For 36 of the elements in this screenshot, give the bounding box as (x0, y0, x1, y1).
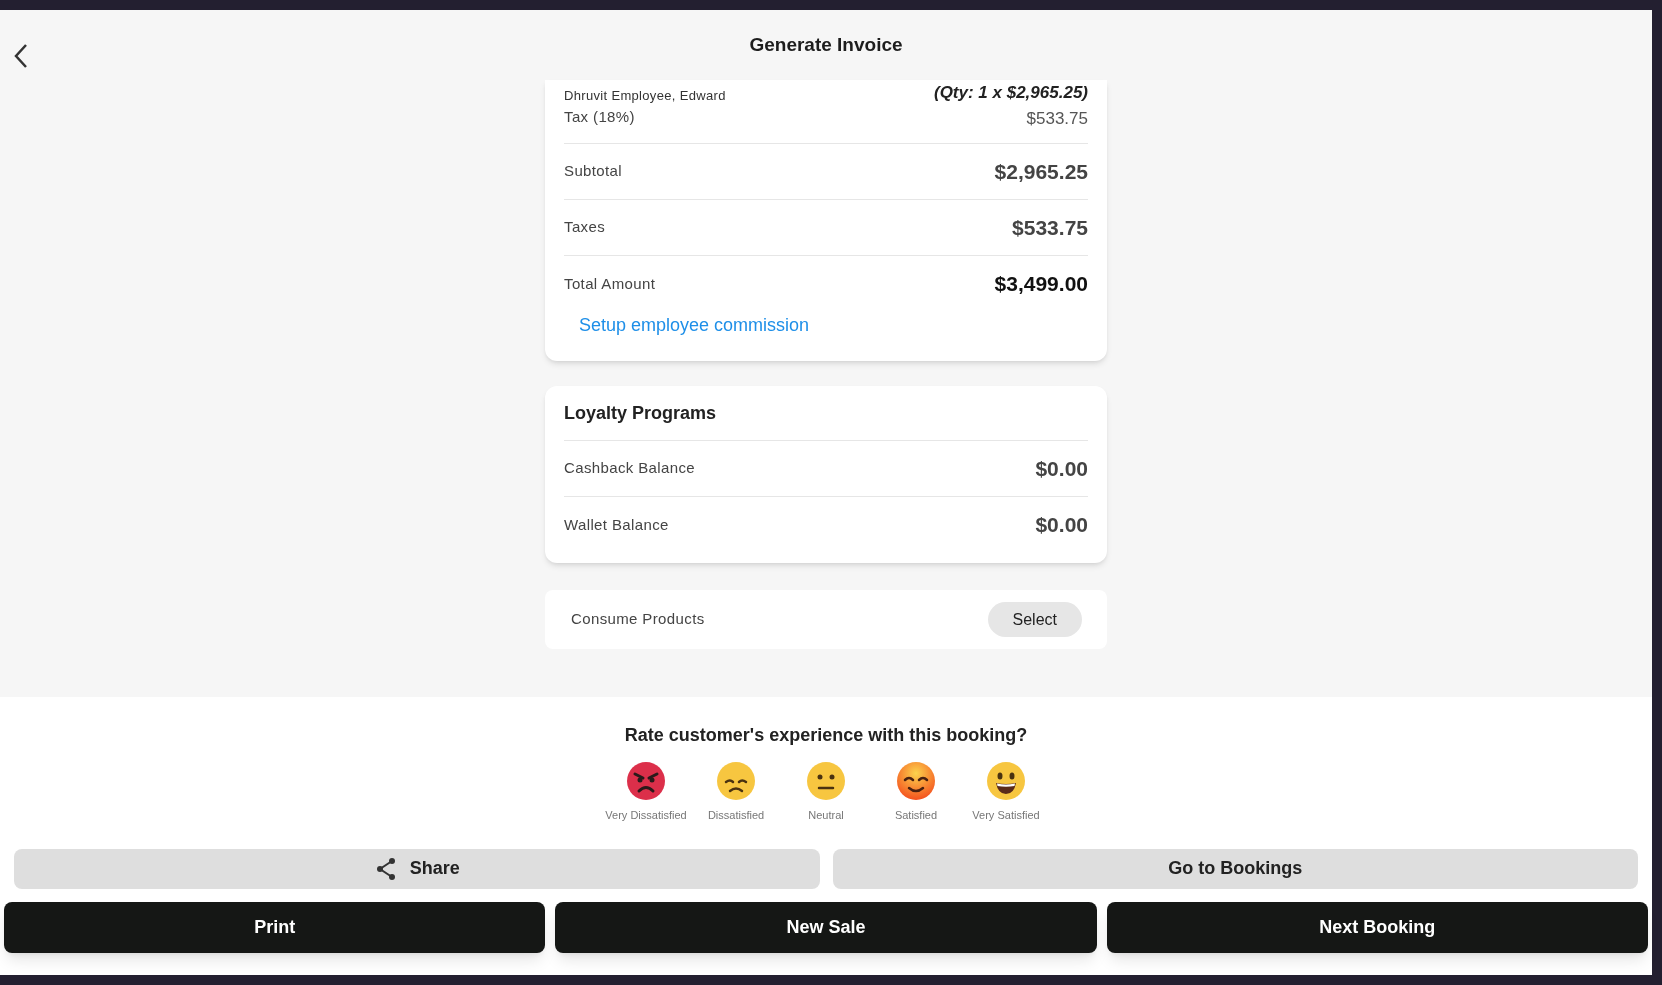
sad-face-icon[interactable] (716, 761, 756, 801)
select-button[interactable]: Select (987, 602, 1082, 637)
action-button[interactable]: Next Booking (1106, 901, 1648, 953)
smiling-face-icon[interactable] (896, 761, 936, 801)
consume-label: Consume Products (571, 609, 705, 630)
action-button[interactable]: New Sale (555, 901, 1097, 953)
bookings-button[interactable]: Go to Bookings (832, 848, 1638, 889)
total-value: $2,965.25 (994, 158, 1088, 185)
action-button[interactable]: Print (4, 901, 546, 953)
share-button[interactable]: Share (14, 848, 820, 889)
tax-label: Tax (18%) (564, 106, 635, 127)
grinning-face-icon[interactable] (986, 761, 1026, 801)
total-value: $3,499.00 (994, 271, 1088, 298)
quantity-note: (Qty: 1 x $2,965.25) (933, 82, 1088, 104)
total-label: Taxes (564, 217, 606, 238)
balance-label: Cashback Balance (564, 458, 696, 479)
balance-value: $0.00 (1035, 512, 1088, 539)
rating-question: Rate customer's experience with this booking? (623, 724, 1029, 747)
rating-label: Neutral (808, 808, 844, 823)
rating-label: Dissatisfied (707, 808, 765, 823)
rating-label: Very Satisfied (972, 808, 1040, 823)
neutral-face-icon[interactable] (806, 761, 846, 801)
back-icon[interactable] (13, 43, 29, 69)
rating-label: Satisfied (894, 808, 938, 823)
balance-value: $0.00 (1035, 455, 1088, 482)
tax-value: $533.75 (1026, 107, 1088, 130)
total-value: $533.75 (1012, 214, 1088, 241)
rating-label: Very Dissatisfied (605, 808, 687, 823)
angry-face-icon[interactable] (626, 761, 666, 801)
loyalty-title: Loyalty Programs (564, 386, 1088, 441)
commission-link[interactable]: Setup employee commission (579, 312, 1088, 339)
balance-label: Wallet Balance (564, 514, 669, 535)
page-title: Generate Invoice (749, 32, 903, 57)
total-label: Total Amount (564, 273, 656, 294)
employee-name: Dhruvit Employee, Edward (564, 87, 726, 105)
total-label: Subtotal (564, 161, 623, 182)
